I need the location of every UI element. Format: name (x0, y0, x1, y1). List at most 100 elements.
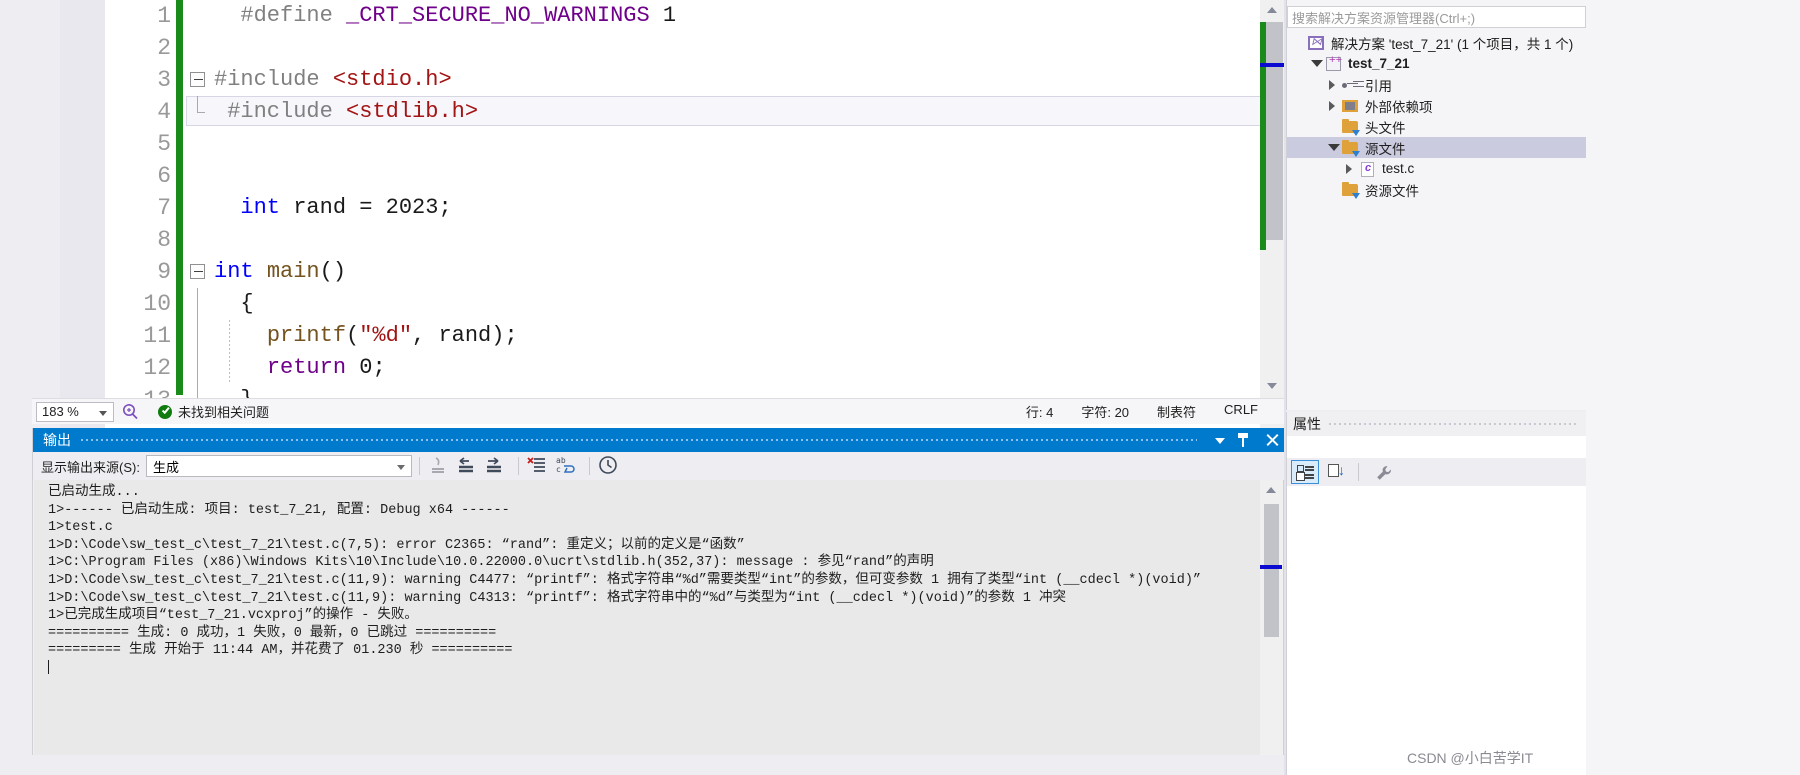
zoom-level-value: 183 % (42, 404, 79, 419)
code-line[interactable] (190, 224, 1260, 256)
solution-explorer-panel: 搜索解决方案资源管理器(Ctrl+;) 解决方案 'test_7_21' (1 … (1286, 0, 1586, 410)
scrollbar-thumb[interactable] (1264, 22, 1283, 240)
code-token: <stdlib.h> (346, 99, 479, 124)
close-button[interactable] (1259, 428, 1285, 452)
window-dropdown-button[interactable] (1207, 428, 1233, 452)
code-line[interactable]: #include <stdio.h> (190, 64, 1260, 96)
pin-icon (1242, 433, 1244, 447)
fold-guide (197, 320, 198, 352)
ext-deps-icon (1341, 98, 1360, 114)
clear-window-icon[interactable] (526, 454, 552, 478)
code-line[interactable]: { (190, 288, 1260, 320)
solution-icon (1307, 35, 1326, 51)
alphabetical-glyph (1328, 462, 1345, 479)
filter-folder-icon (1341, 181, 1360, 199)
collapse-minus-icon[interactable] (190, 264, 205, 279)
check-circle-icon (158, 404, 172, 419)
code-line[interactable] (190, 128, 1260, 160)
chevron-right-icon[interactable] (1342, 158, 1358, 179)
code-line[interactable]: return 0; (190, 352, 1260, 384)
chevron-down-icon[interactable] (1325, 137, 1341, 158)
toggle-word-wrap-icon[interactable]: ab c (554, 454, 580, 478)
property-pages-icon[interactable] (1370, 460, 1398, 484)
pin-button[interactable] (1233, 428, 1259, 452)
solution-explorer-search[interactable]: 搜索解决方案资源管理器(Ctrl+;) (1287, 6, 1586, 28)
tree-item-7[interactable]: 资源文件 (1287, 179, 1586, 200)
output-source-combo[interactable]: 生成 (145, 455, 412, 477)
code-line[interactable]: #define _CRT_SECURE_NO_WARNINGS 1 (190, 0, 1260, 32)
code-line[interactable]: #include <stdlib.h> (190, 96, 1260, 128)
navigate-previous-icon[interactable] (455, 454, 481, 478)
output-source-label: 显示输出来源(S): (41, 459, 140, 475)
tree-item-label: test_7_21 (1348, 56, 1410, 71)
chevron-down-icon (1267, 383, 1277, 389)
intellisense-icon[interactable] (122, 403, 140, 421)
code-line[interactable] (190, 32, 1260, 64)
code-token: , rand); (412, 323, 518, 348)
tree-item-3[interactable]: 外部依赖项 (1287, 95, 1586, 116)
navigate-next-icon[interactable] (483, 454, 509, 478)
text-caret (48, 659, 49, 674)
solution-explorer-tree[interactable]: 解决方案 'test_7_21' (1 个项目，共 1 个) test_7_21 引… (1287, 32, 1586, 200)
collapse-minus-icon[interactable] (190, 72, 205, 87)
output-vertical-scrollbar[interactable] (1260, 480, 1282, 773)
status-right-group: 行: 4 字符: 20 制表符 CRLF (1026, 402, 1284, 421)
output-title-label: 输出 (43, 432, 71, 448)
output-scroll-up-button[interactable] (1260, 480, 1282, 498)
code-editor[interactable]: 12345678910111213 #define _CRT_SECURE_NO… (0, 0, 1284, 455)
editor-vertical-scrollbar[interactable] (1260, 0, 1284, 455)
code-token: #include (227, 99, 347, 124)
scroll-up-button[interactable] (1260, 0, 1284, 18)
tree-item-label: test.c (1382, 161, 1415, 176)
chevron-down-icon[interactable] (1308, 53, 1324, 74)
history-glyph (599, 456, 617, 474)
search-placeholder: 搜索解决方案资源管理器(Ctrl+;) (1292, 10, 1476, 26)
code-token: 0 (359, 355, 373, 380)
far-right-background (1586, 0, 1800, 775)
output-text-area[interactable]: 已启动生成... 1>------ 已启动生成: 项目: test_7_21, 配… (34, 480, 1262, 773)
tree-item-6[interactable]: test.c (1287, 158, 1586, 179)
history-icon[interactable] (597, 454, 623, 478)
code-line[interactable] (190, 160, 1260, 192)
output-panel: 输出 显示输出来源(S): 生成 ab c 已启动生成... 1>------ … (32, 428, 1285, 775)
vs-ide-window: 12345678910111213 #define _CRT_SECURE_NO… (0, 0, 1800, 775)
editor-breakpoint-margin[interactable] (60, 0, 105, 455)
code-line[interactable]: printf("%d", rand); (190, 320, 1260, 352)
tree-item-0[interactable]: 解决方案 'test_7_21' (1 个项目，共 1 个) (1287, 32, 1586, 53)
categorized-icon[interactable] (1291, 460, 1319, 484)
svg-text:ab: ab (556, 456, 566, 465)
scroll-down-button[interactable] (1260, 377, 1284, 395)
zoom-level-combo[interactable]: 183 % (36, 401, 114, 422)
svg-text:c: c (556, 465, 561, 474)
code-token: main (266, 259, 320, 284)
line-number: 4 (157, 99, 171, 125)
output-scrollbar-marker (1260, 565, 1282, 569)
tree-item-5[interactable]: 源文件 (1287, 137, 1586, 158)
tree-item-4[interactable]: 头文件 (1287, 116, 1586, 137)
chevron-up-icon (1267, 7, 1277, 13)
output-line: 1>已完成生成项目“test_7_21.vcxproj”的操作 - 失败。 (48, 608, 418, 624)
output-line: 1>------ 已启动生成: 项目: test_7_21, 配置: Debug… (48, 502, 510, 518)
output-title-bar[interactable]: 输出 (33, 428, 1285, 452)
tree-item-2[interactable]: 引用 (1287, 74, 1586, 95)
status-tabs: 制表符 (1157, 405, 1197, 420)
code-text[interactable]: #define _CRT_SECURE_NO_WARNINGS 1 #includ… (190, 0, 1260, 416)
output-toolbar: 显示输出来源(S): 生成 ab c (33, 452, 1285, 480)
code-line[interactable]: int main() (190, 256, 1260, 288)
code-line[interactable]: int rand = 2023; (190, 192, 1260, 224)
properties-title-bar[interactable]: 属性 (1287, 412, 1586, 436)
output-scrollbar-thumb[interactable] (1264, 504, 1279, 637)
tree-item-1[interactable]: test_7_21 (1287, 53, 1586, 74)
tree-item-label: 资源文件 (1365, 183, 1419, 199)
chevron-right-icon[interactable] (1325, 74, 1341, 95)
chevron-right-icon[interactable] (1325, 95, 1341, 116)
project-icon (1324, 55, 1343, 72)
issues-status: 未找到相关问题 (158, 402, 269, 421)
alphabetical-icon[interactable] (1323, 460, 1351, 484)
line-number: 1 (157, 3, 171, 29)
output-caret-line (48, 659, 1262, 679)
references-icon (1341, 77, 1360, 93)
toolbar-separator-3 (588, 457, 590, 475)
clear-all-icon[interactable] (427, 454, 453, 478)
